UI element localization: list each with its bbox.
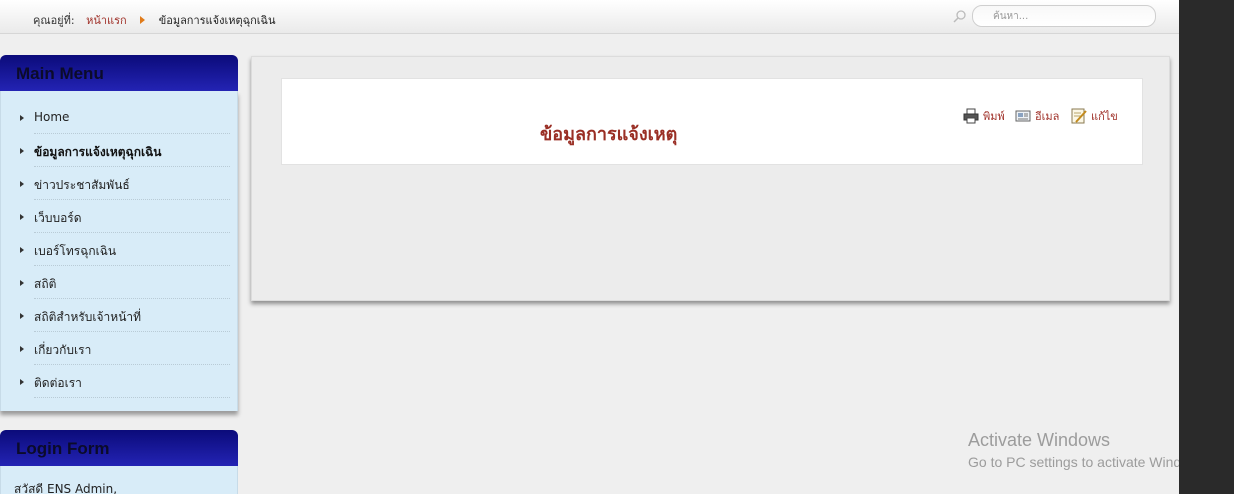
search-box[interactable] bbox=[972, 5, 1156, 27]
print-label: พิมพ์ bbox=[983, 110, 1005, 123]
triangle-right-icon bbox=[20, 148, 24, 154]
search-input[interactable] bbox=[993, 9, 1143, 23]
email-label: อีเมล bbox=[1035, 110, 1060, 123]
menu-item-label: เบอร์โทรฉุกเฉิน bbox=[34, 244, 117, 258]
edit-button[interactable]: แก้ไข bbox=[1071, 107, 1118, 125]
login-form-body: สวัสดี ENS Admin, bbox=[0, 466, 238, 494]
login-form-module: Login Form สวัสดี ENS Admin, bbox=[0, 430, 238, 494]
triangle-right-icon bbox=[20, 214, 24, 220]
breadcrumb-prefix: คุณอยู่ที่: bbox=[33, 14, 75, 27]
menu-item-label: ข่าวประชาสัมพันธ์ bbox=[34, 178, 130, 192]
menu-item-contact[interactable]: ติดต่อเรา bbox=[20, 365, 230, 398]
breadcrumb-current: ข้อมูลการแจ้งเหตุฉุกเฉิน bbox=[158, 14, 276, 27]
menu-item-staff-statistics[interactable]: สถิติสำหรับเจ้าหน้าที่ bbox=[20, 299, 230, 332]
menu-item-label: Home bbox=[34, 110, 70, 124]
breadcrumb-home-link[interactable]: หน้าแรก bbox=[86, 14, 127, 27]
activate-windows-title: Activate Windows bbox=[968, 430, 1111, 450]
triangle-right-icon bbox=[20, 181, 24, 187]
menu-item-label: ข้อมูลการแจ้งเหตุฉุกเฉิน bbox=[34, 145, 162, 159]
menu-item-label: สถิติสำหรับเจ้าหน้าที่ bbox=[34, 310, 142, 324]
breadcrumb: คุณอยู่ที่: หน้าแรก ข้อมูลการแจ้งเหตุฉุก… bbox=[33, 11, 276, 29]
menu-item-label: สถิติ bbox=[34, 277, 57, 291]
email-button[interactable]: อีเมล bbox=[1015, 107, 1059, 125]
login-form-title: Login Form bbox=[0, 430, 238, 466]
triangle-right-icon bbox=[20, 379, 24, 385]
article-title: ข้อมูลการแจ้งเหตุ bbox=[540, 124, 678, 145]
menu-item-emergency-phone[interactable]: เบอร์โทรฉุกเฉิน bbox=[20, 233, 230, 266]
top-bar: คุณอยู่ที่: หน้าแรก ข้อมูลการแจ้งเหตุฉุก… bbox=[0, 0, 1179, 34]
article-box: ข้อมูลการแจ้งเหตุ พิมพ์ อีเมล แก้ไข bbox=[281, 78, 1143, 165]
content-panel: ข้อมูลการแจ้งเหตุ พิมพ์ อีเมล แก้ไข bbox=[251, 56, 1170, 301]
menu-item-label: เว็บบอร์ด bbox=[34, 211, 82, 225]
menu-item-statistics[interactable]: สถิติ bbox=[20, 266, 230, 299]
edit-label: แก้ไข bbox=[1091, 110, 1118, 123]
triangle-right-icon bbox=[20, 247, 24, 253]
printer-icon bbox=[963, 108, 979, 124]
print-button[interactable]: พิมพ์ bbox=[963, 107, 1005, 125]
triangle-right-icon bbox=[20, 313, 24, 319]
menu-item-label: เกี่ยวกับเรา bbox=[34, 343, 92, 357]
activate-windows-watermark: Activate Windows Go to PC settings to ac… bbox=[968, 430, 1179, 470]
main-menu-module: Main Menu Home ข้อมูลการแจ้งเหตุฉุกเฉิน … bbox=[0, 55, 238, 411]
menu-item-about[interactable]: เกี่ยวกับเรา bbox=[20, 332, 230, 365]
login-greeting: สวัสดี ENS Admin, bbox=[14, 482, 118, 494]
main-menu-title: Main Menu bbox=[0, 55, 238, 91]
menu-item-home[interactable]: Home bbox=[20, 101, 230, 134]
page: คุณอยู่ที่: หน้าแรก ข้อมูลการแจ้งเหตุฉุก… bbox=[0, 0, 1179, 494]
menu-item-emergency-report[interactable]: ข้อมูลการแจ้งเหตุฉุกเฉิน bbox=[20, 134, 230, 167]
edit-icon bbox=[1071, 108, 1087, 124]
desktop-edge bbox=[1179, 0, 1234, 494]
menu-item-news[interactable]: ข่าวประชาสัมพันธ์ bbox=[20, 167, 230, 200]
email-icon bbox=[1015, 110, 1031, 122]
main-menu-list: Home ข้อมูลการแจ้งเหตุฉุกเฉิน ข่าวประชาส… bbox=[0, 91, 238, 411]
triangle-right-icon bbox=[20, 115, 24, 121]
breadcrumb-arrow-icon bbox=[140, 16, 146, 24]
search-icon[interactable] bbox=[952, 9, 968, 23]
menu-item-webboard[interactable]: เว็บบอร์ด bbox=[20, 200, 230, 233]
activate-windows-subtitle: Go to PC settings to activate Windows. bbox=[968, 454, 1179, 470]
triangle-right-icon bbox=[20, 346, 24, 352]
triangle-right-icon bbox=[20, 280, 24, 286]
menu-item-label: ติดต่อเรา bbox=[34, 376, 82, 390]
